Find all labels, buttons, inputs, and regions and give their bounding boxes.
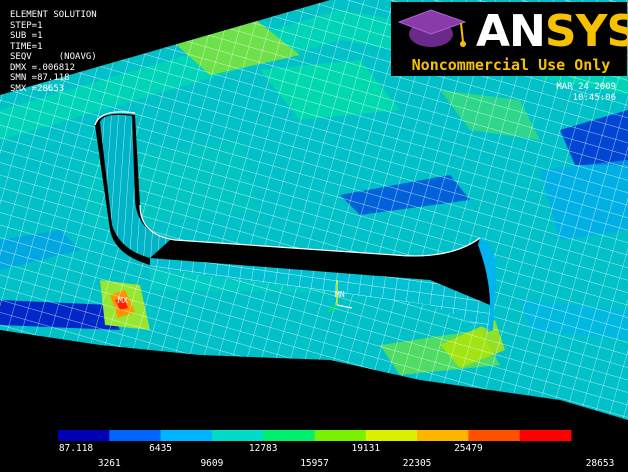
legend-swatch: [58, 430, 110, 441]
graphics-viewport[interactable]: MX MN ELEMENT SOLUTION STEP=1 SUB =1 TIM…: [0, 0, 628, 472]
info-line: STEP=1: [10, 20, 43, 31]
noncommercial-banner: Noncommercial Use Only: [395, 55, 627, 75]
solution-info: ELEMENT SOLUTION STEP=1 SUB =1 TIME=1 SE…: [10, 10, 97, 94]
info-line: SEQV (NOAVG): [10, 52, 97, 62]
date-label: MAR 24 2009: [556, 82, 616, 92]
info-line: DMX =.006812: [10, 62, 76, 73]
legend-swatch: [160, 430, 213, 441]
legend-swatch: [365, 430, 418, 441]
time-label: 10:45:06: [572, 92, 616, 103]
info-line: SUB =1: [10, 31, 43, 41]
info-line: SMN =87.118: [10, 73, 70, 83]
max-marker: MX: [118, 296, 128, 305]
legend-label-top: 6435: [149, 443, 173, 454]
legend-label-bottom: 15957: [300, 458, 329, 469]
legend-label-top: 25479: [454, 443, 483, 454]
legend-label-bottom: 28653: [585, 458, 615, 469]
legend-swatch: [263, 430, 315, 441]
legend-label-bottom: 9609: [200, 458, 224, 469]
legend-swatch: [519, 430, 572, 441]
legend-swatch: [468, 430, 521, 441]
legend-swatch: [109, 430, 162, 441]
legend-label-top: 19131: [351, 443, 381, 454]
ansys-wordmark: ANSYS: [476, 6, 628, 57]
legend-bar: [58, 430, 572, 441]
logo-an: AN: [476, 6, 546, 57]
min-marker: MN: [335, 290, 345, 299]
info-line: TIME=1: [10, 41, 43, 52]
legend-label-top: 12783: [248, 443, 278, 454]
legend-swatch: [211, 430, 264, 441]
date-time: MAR 24 2009 10:45:06: [556, 82, 616, 103]
legend-label-top: 87.118: [58, 443, 94, 454]
legend-label-bottom: 22305: [402, 458, 432, 469]
legend-label-bottom: 3261: [97, 458, 121, 469]
legend-swatch: [417, 430, 469, 441]
logo-sys: SYS: [544, 6, 628, 57]
info-line: SMX =28653: [10, 83, 65, 94]
info-line: ELEMENT SOLUTION: [10, 10, 97, 20]
legend-swatch: [314, 430, 367, 441]
